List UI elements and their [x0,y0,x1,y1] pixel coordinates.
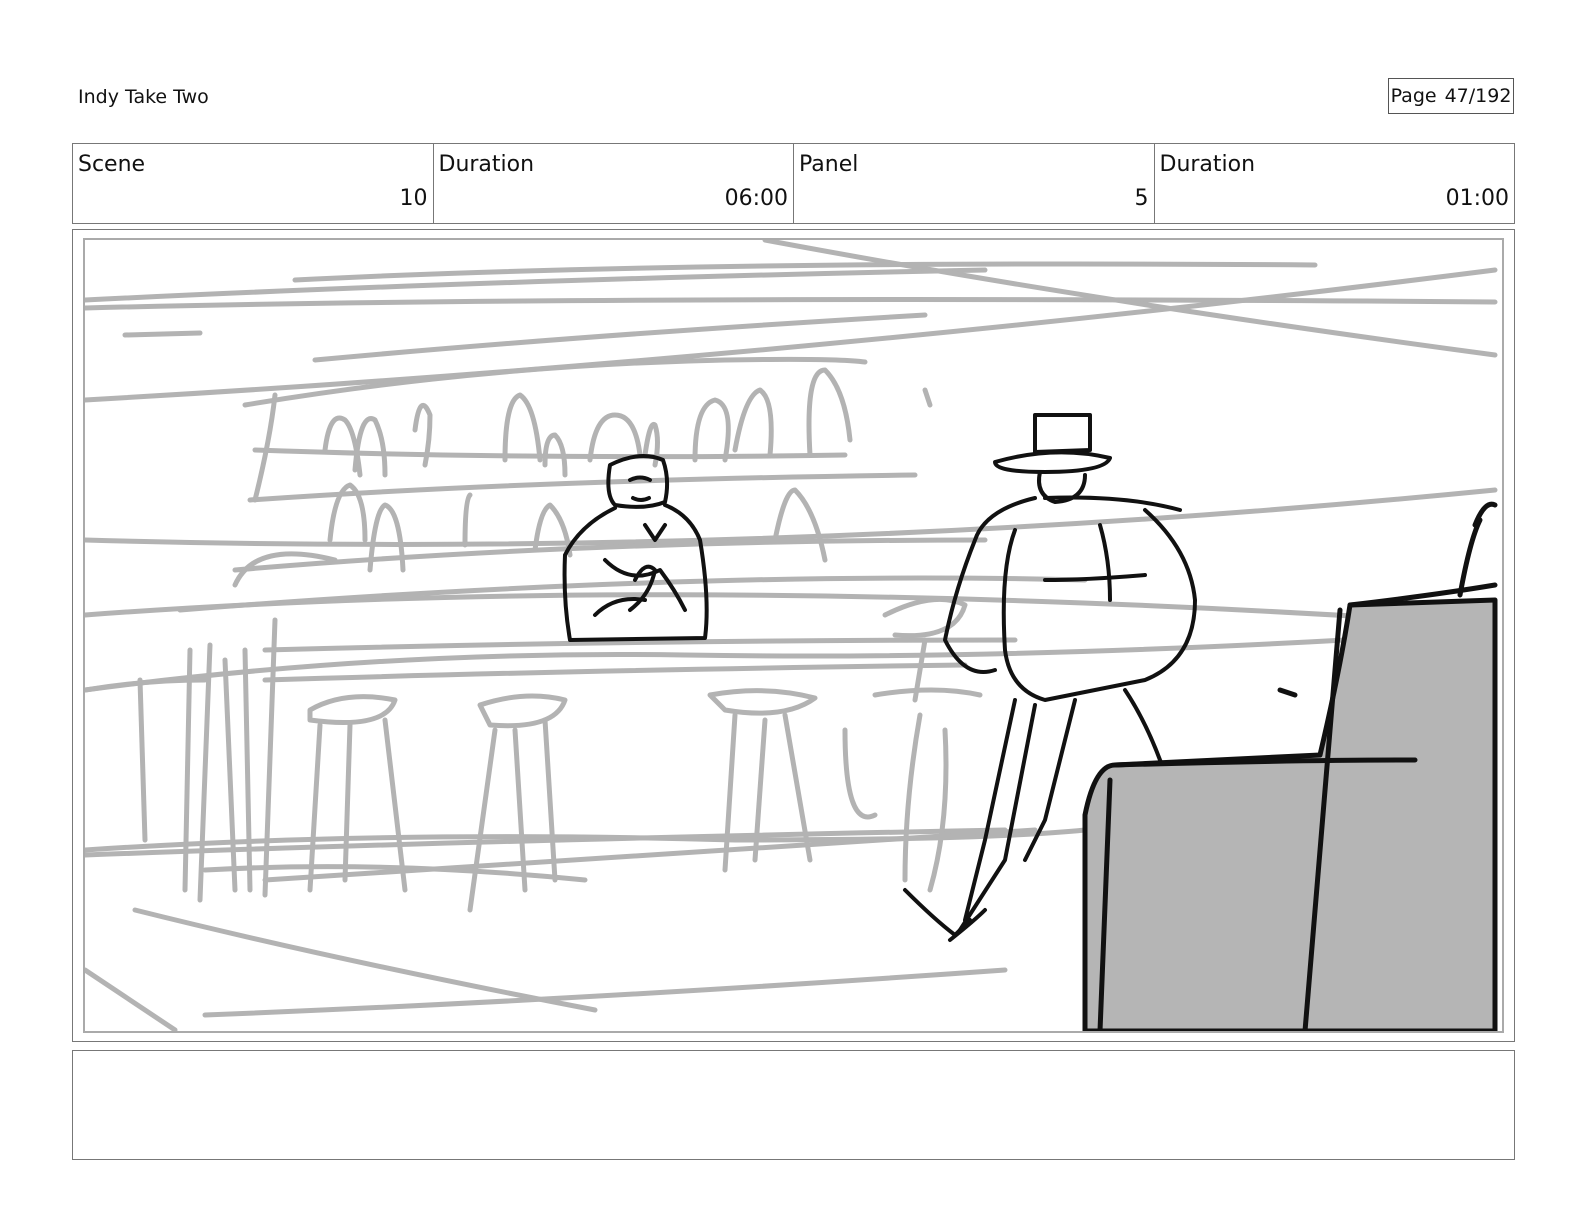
scene-duration-cell: Duration 06:00 [434,144,794,223]
scene-cell: Scene 10 [73,144,434,223]
storyboard-sketch-area [83,238,1504,1033]
foreground-counter-block [1082,501,1498,1031]
panel-notes-box [72,1050,1515,1160]
panel-duration-label: Duration [1159,152,1256,177]
document-title: Indy Take Two [78,86,209,108]
panel-cell: Panel 5 [794,144,1155,223]
scene-duration-label: Duration [438,152,535,177]
page-indicator: Page 47/192 [1388,78,1514,114]
panel-label: Panel [799,152,859,177]
page-number: 47/192 [1444,85,1512,107]
storyboard-sketch [85,240,1498,1031]
panel-value: 5 [1134,186,1149,211]
scene-duration-value: 06:00 [724,186,788,211]
panel-duration-cell: Duration 01:00 [1155,144,1515,223]
panel-info-table: Scene 10 Duration 06:00 Panel 5 Duration… [72,143,1515,224]
panel-duration-value: 01:00 [1445,186,1509,211]
scene-label: Scene [78,152,146,177]
storyboard-panel-frame [72,229,1515,1042]
page-label: Page [1390,85,1437,107]
scene-value: 10 [399,186,428,211]
